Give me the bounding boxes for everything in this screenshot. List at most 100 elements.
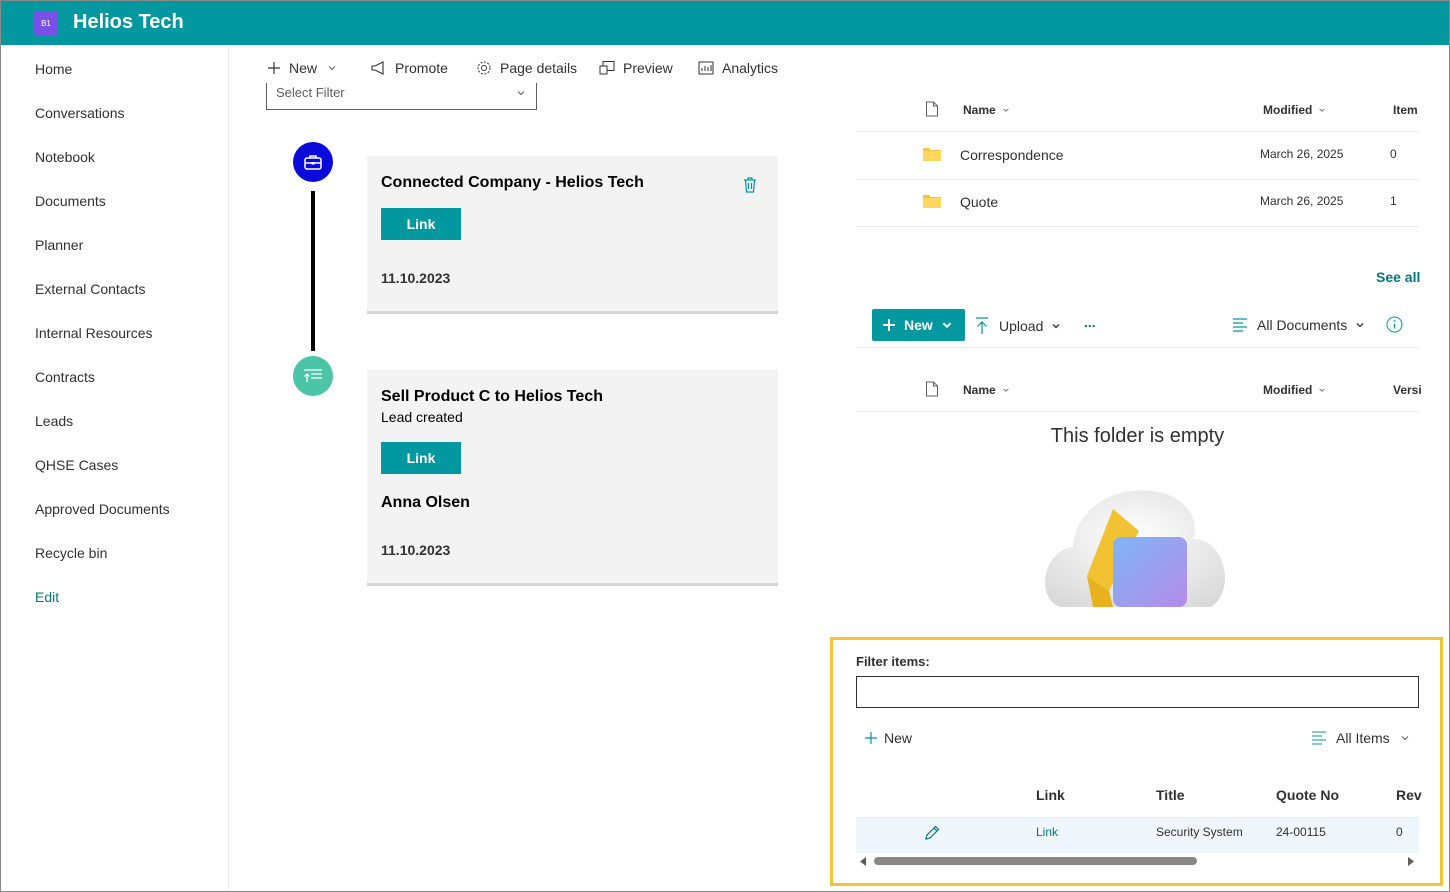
trash-icon[interactable]: [742, 176, 758, 194]
promote-label: Promote: [395, 60, 448, 76]
folder-name[interactable]: Correspondence: [960, 147, 1064, 163]
column-header-name-label: Name: [963, 383, 996, 397]
briefcase-icon: [293, 142, 333, 182]
left-navigation: Home Conversations Notebook Documents Pl…: [1, 45, 229, 891]
chevron-down-icon: [1401, 736, 1409, 741]
filter-items-input[interactable]: [856, 676, 1419, 708]
card-link-button[interactable]: Link: [381, 208, 461, 240]
preview-label: Preview: [623, 60, 673, 76]
plus-icon: [268, 62, 280, 74]
view-selector[interactable]: All Documents: [1232, 317, 1365, 333]
nav-item-planner[interactable]: Planner: [35, 237, 83, 253]
upload-label: Upload: [999, 318, 1044, 334]
list-new-button[interactable]: New: [864, 730, 912, 746]
see-all-link[interactable]: See all: [1376, 269, 1420, 285]
info-icon[interactable]: [1386, 316, 1403, 333]
list-view-icon: [1233, 318, 1247, 332]
site-title[interactable]: Helios Tech: [73, 11, 184, 34]
chevron-down-icon: [1319, 108, 1326, 112]
timeline-filter-select[interactable]: Select Filter: [266, 83, 537, 110]
nav-item-internal-resources[interactable]: Internal Resources: [35, 325, 153, 341]
site-logo[interactable]: B1: [34, 11, 58, 35]
card-person: Anna Olsen: [381, 494, 470, 511]
list-new-label: New: [884, 730, 913, 746]
horizontal-scrollbar[interactable]: [856, 854, 1419, 868]
filter-label: Filter items:: [856, 654, 930, 669]
folder-name[interactable]: Quote: [960, 194, 998, 210]
column-header-name[interactable]: Name: [963, 103, 1010, 117]
nav-item-recycle-bin[interactable]: Recycle bin: [35, 545, 107, 561]
analytics-button[interactable]: Analytics: [698, 60, 778, 76]
card-link-button[interactable]: Link: [381, 442, 461, 474]
divider: [856, 347, 1419, 348]
card-subtitle: Lead created: [381, 409, 463, 425]
page-details-button[interactable]: Page details: [476, 60, 577, 76]
list-view-label: All Items: [1336, 730, 1390, 746]
megaphone-icon: [371, 61, 384, 75]
divider: [856, 179, 1419, 180]
column-header-modified[interactable]: Modified: [1263, 103, 1326, 117]
card-title: Sell Product C to Helios Tech: [381, 388, 603, 405]
timeline-card-company: Connected Company - Helios Tech Link 11.…: [367, 156, 778, 314]
scroll-right-icon[interactable]: [1407, 857, 1415, 866]
row-link[interactable]: Link: [1036, 825, 1058, 839]
column-header-items[interactable]: Item: [1393, 103, 1418, 117]
nav-item-documents[interactable]: Documents: [35, 193, 106, 209]
nav-edit-link[interactable]: Edit: [35, 589, 59, 605]
plus-icon: [883, 319, 895, 331]
nav-item-notebook[interactable]: Notebook: [35, 149, 95, 165]
preview-icon: [599, 61, 615, 75]
timeline-connector: [311, 191, 315, 351]
nav-item-contracts[interactable]: Contracts: [35, 369, 95, 385]
column-header-modified-label: Modified: [1263, 103, 1313, 117]
column-header-name-label: Name: [963, 103, 996, 117]
folder-icon: [923, 195, 941, 208]
card-date: 11.10.2023: [381, 542, 451, 558]
empty-folder-message: This folder is empty: [1050, 425, 1225, 447]
plus-icon: [865, 732, 877, 744]
empty-folder-illustration: [1045, 490, 1225, 607]
column-header-link[interactable]: Link: [1036, 787, 1065, 803]
column-header-version[interactable]: Versi: [1393, 383, 1422, 397]
chevron-down-icon: [1052, 324, 1060, 329]
nav-item-leads[interactable]: Leads: [35, 413, 73, 429]
file-type-icon: [926, 101, 938, 117]
chevron-down-icon: [328, 66, 336, 71]
scroll-left-icon[interactable]: [859, 857, 867, 866]
chevron-down-icon: [1003, 388, 1009, 392]
nav-item-qhse-cases[interactable]: QHSE Cases: [35, 457, 118, 473]
folder-modified: March 26, 2025: [1260, 194, 1344, 208]
scrollbar-thumb[interactable]: [874, 857, 1197, 865]
view-label: All Documents: [1257, 317, 1348, 333]
new-menu-button[interactable]: New: [267, 60, 337, 76]
column-header-modified-label: Modified: [1263, 383, 1313, 397]
more-options-button[interactable]: ...: [1084, 314, 1096, 330]
promote-button[interactable]: Promote: [371, 60, 448, 76]
doclib-new-button[interactable]: New: [872, 309, 965, 341]
card-title: Connected Company - Helios Tech: [381, 174, 644, 191]
folder-modified: March 26, 2025: [1260, 147, 1344, 161]
nav-item-conversations[interactable]: Conversations: [35, 105, 125, 121]
upload-button[interactable]: Upload: [975, 317, 1061, 335]
preview-button[interactable]: Preview: [599, 60, 673, 76]
column-header-modified[interactable]: Modified: [1263, 383, 1326, 397]
divider: [856, 131, 1419, 132]
row-rev: 0: [1396, 825, 1403, 839]
column-header-name[interactable]: Name: [963, 383, 1010, 397]
pencil-edit-icon[interactable]: [923, 824, 941, 842]
lead-upload-icon: [293, 356, 333, 396]
column-header-title[interactable]: Title: [1156, 787, 1185, 803]
chevron-down-icon: [1319, 388, 1326, 392]
timeline-card-lead: Sell Product C to Helios Tech Lead creat…: [367, 370, 778, 586]
divider: [856, 226, 1419, 227]
page-details-label: Page details: [500, 60, 578, 76]
list-view-icon: [1312, 731, 1326, 745]
nav-item-home[interactable]: Home: [35, 61, 72, 77]
column-header-rev[interactable]: Rev: [1396, 787, 1422, 803]
analytics-icon: [698, 61, 714, 75]
card-date: 11.10.2023: [381, 270, 451, 286]
list-view-selector[interactable]: All Items: [1311, 730, 1410, 746]
nav-item-external-contacts[interactable]: External Contacts: [35, 281, 146, 297]
column-header-quote-no[interactable]: Quote No: [1276, 787, 1339, 803]
nav-item-approved-documents[interactable]: Approved Documents: [35, 501, 170, 517]
